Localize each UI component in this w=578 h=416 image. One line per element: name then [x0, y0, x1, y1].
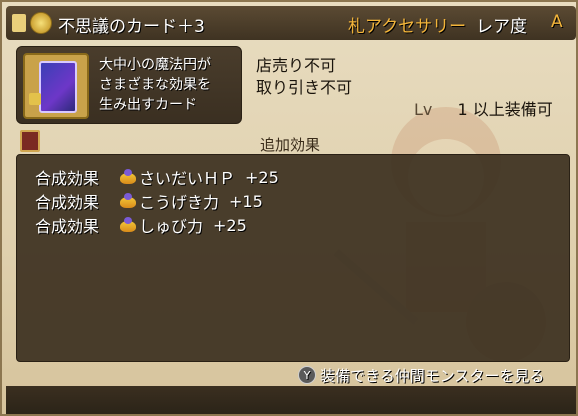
item-description-line: さまざまな効果を: [99, 77, 211, 93]
effect-name: こうげき力: [139, 193, 220, 212]
effect-name: さいだいＨＰ: [139, 169, 236, 188]
item-description-line: 大中小の魔法円が: [99, 57, 211, 73]
effect-row: 合成効果 さいだいＨＰ +25: [35, 165, 279, 189]
effect-row: 合成効果 こうげき力 +15: [35, 189, 263, 213]
item-header-bar: 不思議のカード＋3 札アクセサリー レア度 A: [6, 6, 576, 40]
rarity-value: A: [551, 12, 563, 32]
item-summary-box: 大中小の魔法円が さまざまな効果を 生み出すカード: [16, 46, 242, 124]
lock-icon: [29, 93, 41, 105]
accessory-category-icon: [30, 12, 52, 34]
effect-value: +25: [213, 215, 247, 235]
effect-label: 合成効果: [35, 169, 100, 188]
item-description-line: 生み出すカード: [99, 97, 197, 113]
card-item-image: [23, 53, 89, 119]
book-icon: [20, 130, 40, 152]
rarity-label: レア度: [476, 17, 527, 37]
card-icon: [39, 61, 77, 113]
synthesis-gem-icon: [119, 217, 137, 233]
effect-name: しゅび力: [139, 217, 204, 236]
item-category: 札アクセサリー: [348, 17, 467, 37]
view-equippable-monsters-button[interactable]: Y 装備できる仲間モンスターを見る: [298, 364, 544, 386]
list-icon: [12, 14, 26, 32]
y-button-icon: Y: [298, 366, 316, 384]
effect-value: +25: [245, 167, 279, 187]
view-equippable-monsters-label: 装備できる仲間モンスターを見る: [320, 366, 545, 385]
extra-effects-panel: 合成効果 さいだいＨＰ +25 合成効果 こうげき力 +15 合成効果 しゅび力…: [16, 154, 570, 362]
synthesis-gem-icon: [119, 193, 137, 209]
effect-label: 合成効果: [35, 193, 100, 212]
equip-level-requirement: Lv 1 以上装備可: [414, 96, 553, 120]
effect-value: +15: [229, 191, 263, 211]
synthesis-gem-icon: [119, 169, 137, 185]
sell-status: 店売り不可: [256, 56, 337, 75]
effect-label: 合成効果: [35, 217, 100, 236]
bottom-strip: [6, 386, 576, 414]
level-label: Lv: [414, 100, 433, 119]
trade-status: 取り引き不可: [256, 78, 353, 97]
item-description: 大中小の魔法円が さまざまな効果を 生み出すカード: [99, 55, 239, 115]
level-value: 1: [457, 100, 468, 119]
item-detail-window: 不思議のカード＋3 札アクセサリー レア度 A 大中小の魔法円が さまざまな効果…: [0, 0, 578, 416]
level-suffix: 以上装備可: [472, 100, 553, 119]
effect-row: 合成効果 しゅび力 +25: [35, 213, 247, 237]
extra-effects-title: 追加効果: [260, 136, 321, 154]
item-title: 不思議のカード＋3: [58, 17, 205, 37]
